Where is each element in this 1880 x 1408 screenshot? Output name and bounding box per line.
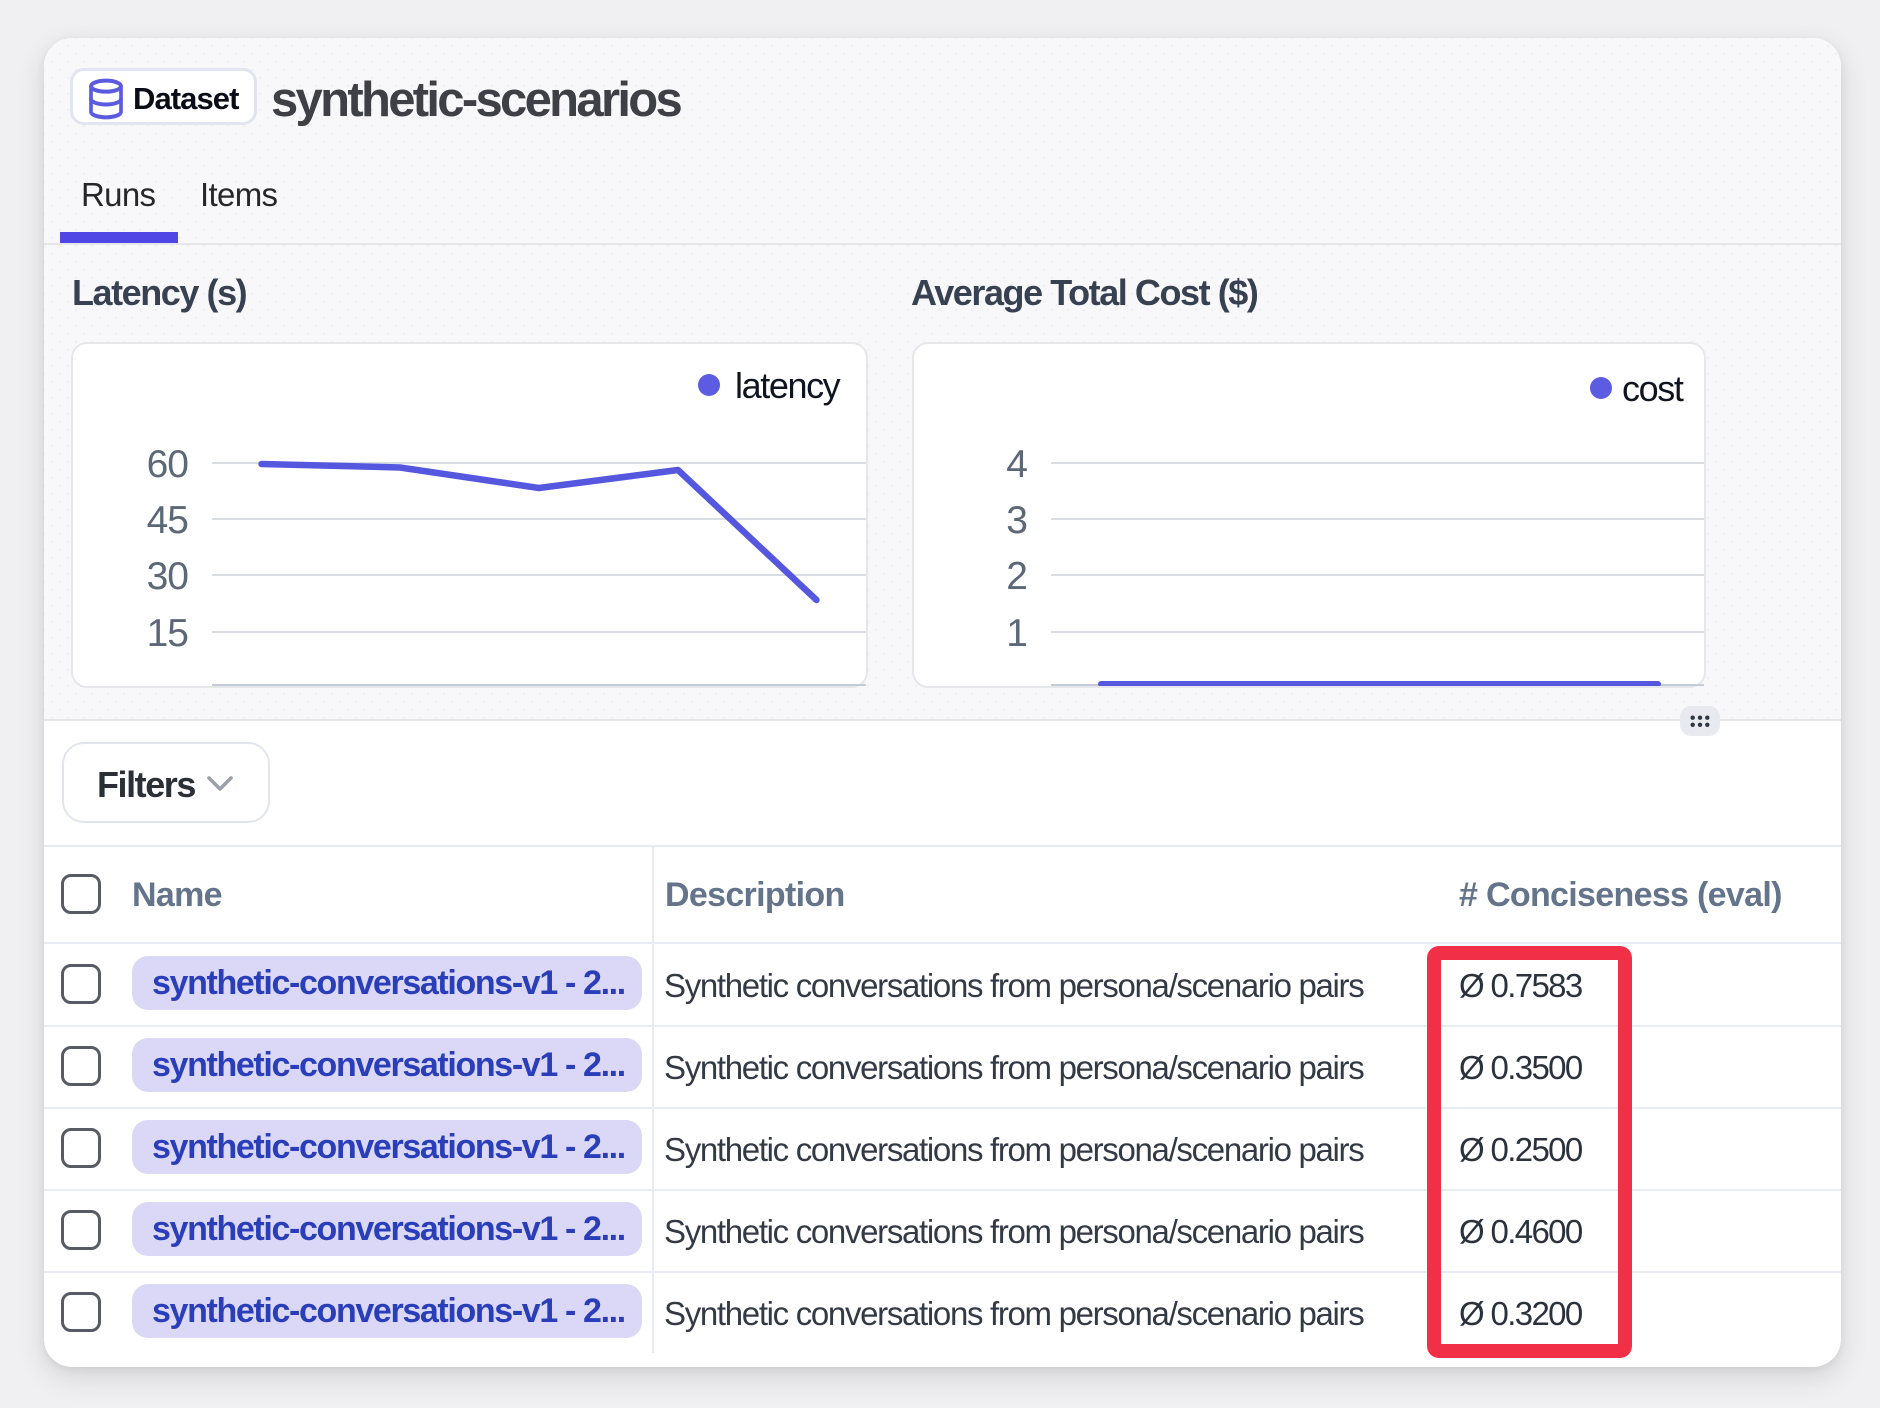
svg-text:3: 3 xyxy=(1006,499,1027,542)
svg-text:45: 45 xyxy=(147,499,189,542)
svg-text:30: 30 xyxy=(147,555,189,598)
svg-text:15: 15 xyxy=(147,612,189,655)
svg-text:2: 2 xyxy=(1006,555,1027,598)
svg-text:1: 1 xyxy=(1006,612,1027,655)
svg-text:cost: cost xyxy=(1622,368,1684,409)
svg-text:60: 60 xyxy=(147,443,189,486)
svg-text:4: 4 xyxy=(1006,443,1027,486)
svg-text:latency: latency xyxy=(735,365,841,406)
